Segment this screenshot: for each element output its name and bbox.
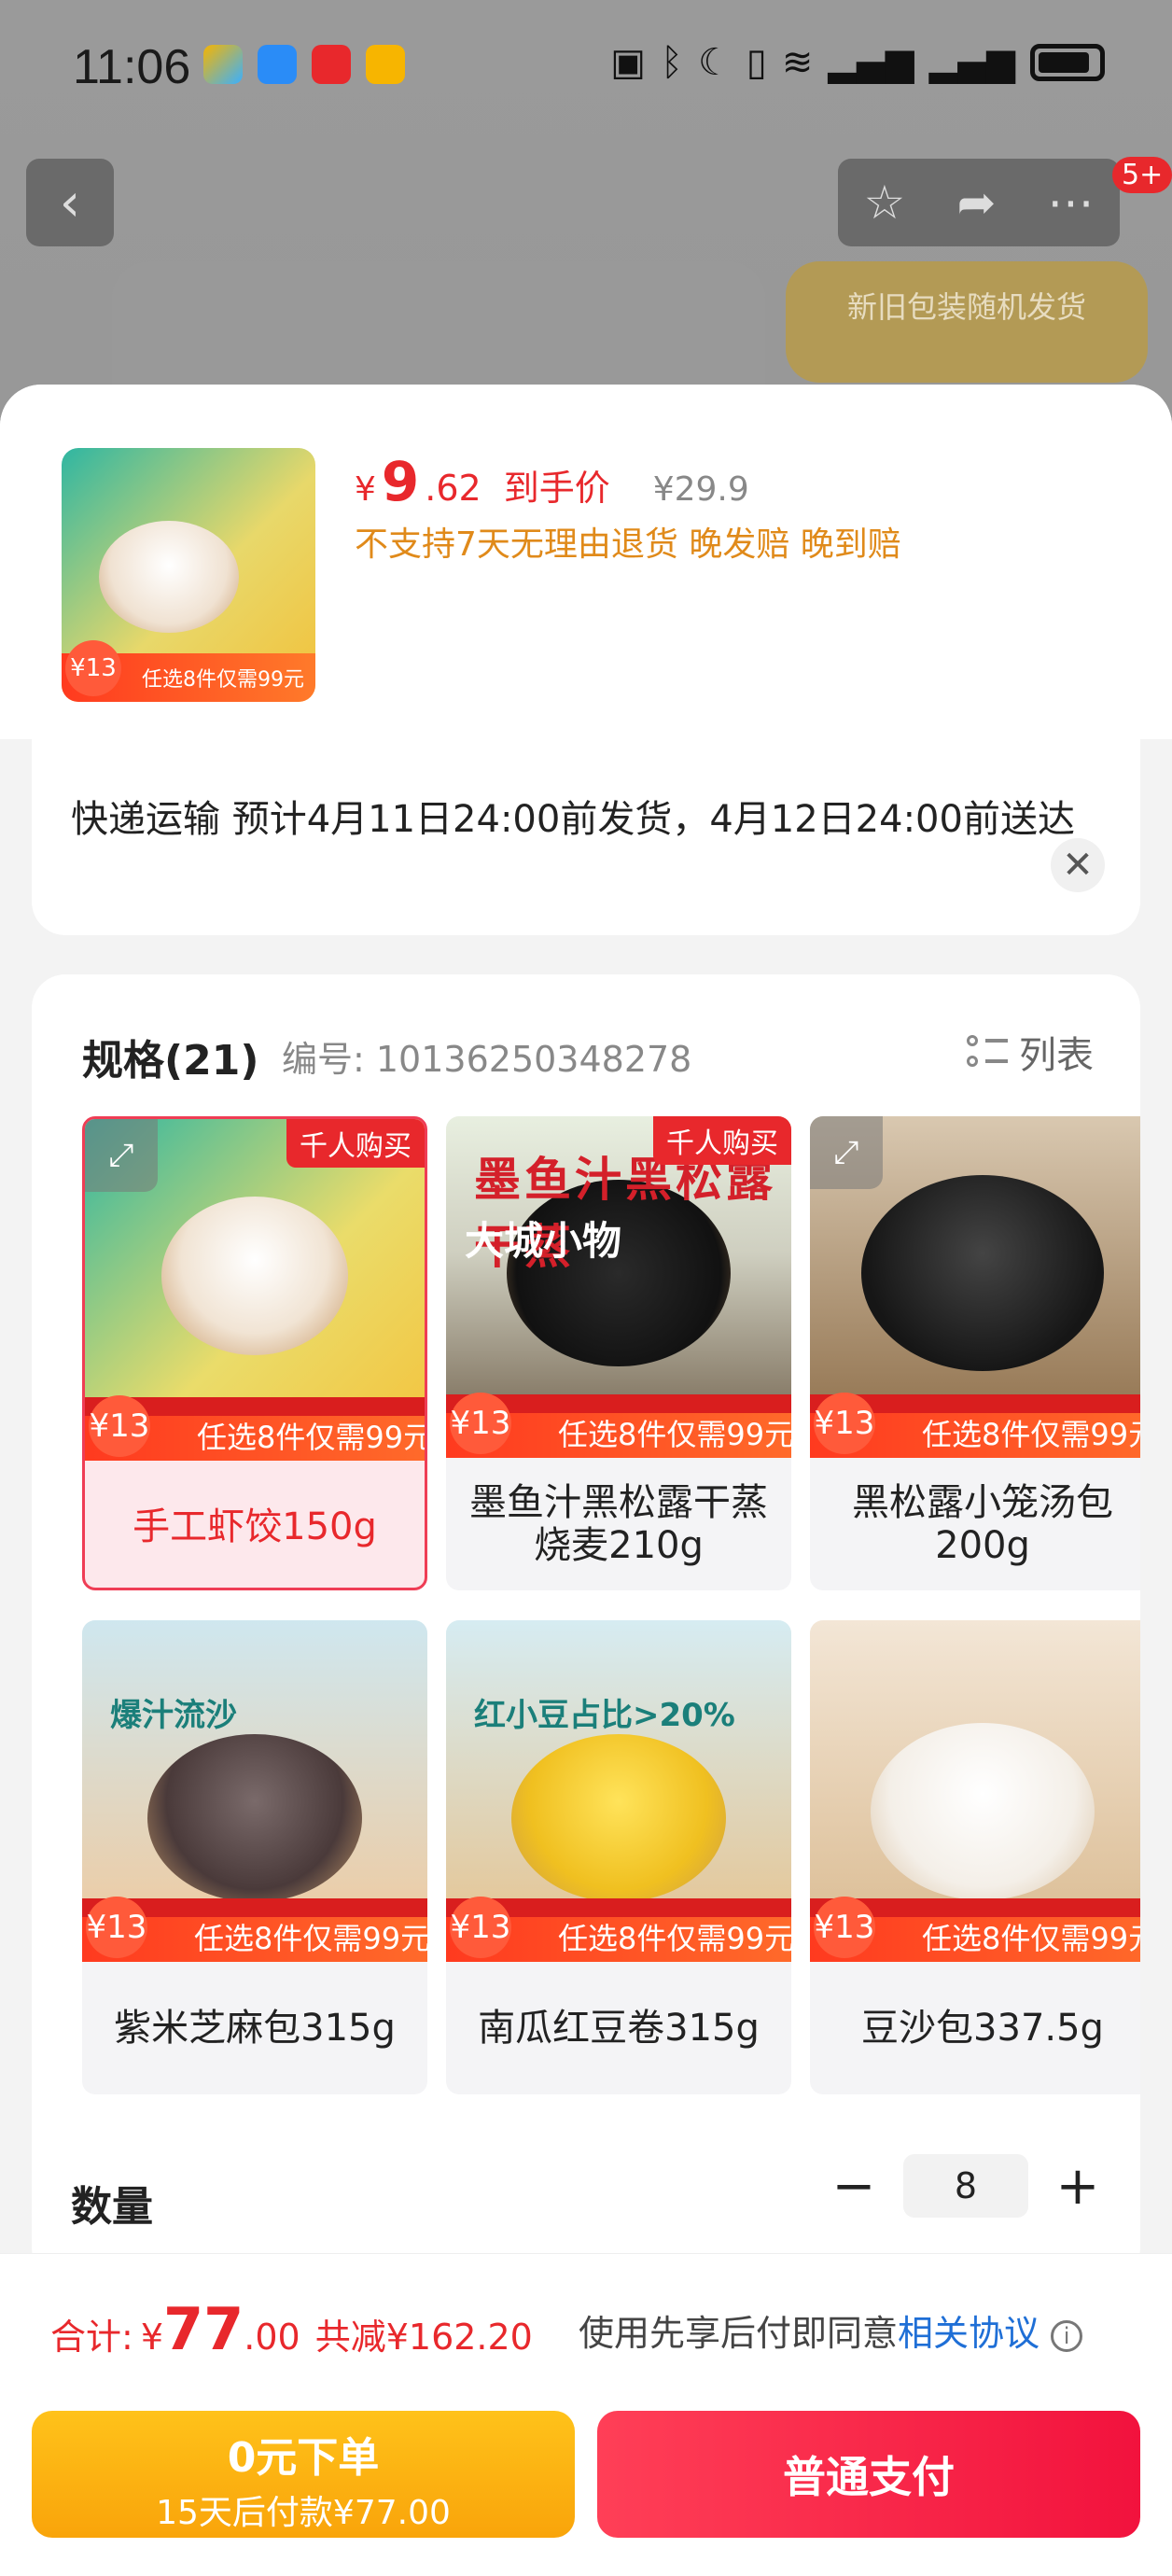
system-icons: ▣ ᛒ ☾ ▯ ≋ ▂▄▆ ▂▄▆ [610,41,1105,84]
share-icon[interactable]: ➦ [956,175,996,230]
shipping-card: 快递运输 预计4月11日24:00前发货，4月12日24:00前送达 [32,739,1140,935]
spec-item-name: 手工虾饺150g [133,1505,377,1548]
info-icon[interactable]: i [1051,2319,1083,2352]
spec-item-name: 南瓜红豆卷315g [478,2007,760,2050]
mail-notification-icon [366,45,405,84]
increase-button[interactable]: + [1054,2156,1101,2217]
shop-notification-icon [312,45,351,84]
spec-item-purple-rice-bun[interactable]: 爆汁流沙 ¥13 任选8件仅需99元 紫米芝麻包315g [82,1620,427,2094]
spec-grid: ¥13 任选8件仅需99元 ⤢ 千人购买 手工虾饺150g 墨鱼汁黑松露干蒸 大… [82,1116,1140,2106]
expand-icon[interactable]: ⤢ [810,1116,883,1189]
background-banner: 新旧包装随机发货 [786,261,1148,383]
price-tag: 到手价 [503,468,610,509]
spec-code: 编号: 10136250348278 [282,1039,692,1080]
shipping-text: 快递运输 预计4月11日24:00前发货，4月12日24:00前送达 [71,798,1075,841]
price-badge: ¥13 [89,1395,150,1457]
spec-title: 规格(21) [82,1037,259,1085]
signal-icon: ▂▄▆ [828,41,914,84]
spec-item-name: 紫米芝麻包315g [114,2007,396,2050]
hot-label: 千人购买 [286,1119,425,1168]
spec-item-name: 豆沙包337.5g [861,2007,1104,2050]
nfc-icon: ▣ [610,41,647,84]
product-thumbnail[interactable]: ¥13 任选8件仅需99元 [62,448,315,702]
bluetooth-icon: ᛒ [661,41,684,84]
decrease-button[interactable]: − [830,2156,877,2217]
top-actions: ☆ ➦ ⋯ [838,159,1120,246]
spec-card: 规格(21) 编号: 10136250348278 列表 ¥13 任选8件仅需9… [32,974,1140,2281]
expand-icon[interactable]: ⤢ [85,1119,158,1192]
discount-amount: 共减¥162.20 [314,2317,533,2358]
spec-item-pumpkin-roll[interactable]: 红小豆占比>20% ¥13 任选8件仅需99元 南瓜红豆卷315g [446,1620,791,2094]
quantity-value[interactable]: 8 [903,2154,1028,2218]
service-policies: 不支持7天无理由退货 晚发赔 晚到赔 [355,525,901,564]
thumb-strip-text: 任选8件仅需99元 [142,668,304,692]
hot-label: 千人购买 [653,1116,791,1165]
status-time: 11:06 [73,40,191,94]
list-view-toggle[interactable]: 列表 [967,1025,1094,1079]
product-title-art: 爆汁流沙 [110,1697,237,1734]
star-icon[interactable]: ☆ [864,175,906,230]
close-icon: ✕ [1062,844,1094,887]
quantity-label: 数量 [71,2183,153,2231]
price-integer: 9 [381,450,420,513]
spec-item-name: 墨鱼汁黑松露干蒸烧麦210g [469,1481,768,1567]
spec-item-truffle-shaomai[interactable]: 墨鱼汁黑松露干蒸 大城小物 ¥13 任选8件仅需99元 千人购买 墨鱼汁黑松露干… [446,1116,791,1590]
close-button[interactable]: ✕ [1051,838,1105,892]
price-row: ¥ 9 .62 到手价 ¥29.9 [355,450,749,513]
spec-item-truffle-xiaolongbao[interactable]: ¥13 任选8件仅需99元 ⤢ 黑松露小笼汤包200g [810,1116,1140,1590]
chevron-left-icon: ‹ [59,172,81,233]
status-bar: 11:06 ▣ ᛒ ☾ ▯ ≋ ▂▄▆ ▂▄▆ [0,0,1172,140]
notification-badge: 5+ [1112,157,1172,193]
list-icon [967,1033,1008,1071]
product-title-art: 红小豆占比>20% [474,1697,735,1734]
thumb-price-badge: ¥13 [65,640,121,696]
pay-later-button[interactable]: 0元下单 15天后付款¥77.00 [32,2411,575,2538]
agreement-text: 使用先享后付即同意相关协议 i [579,2304,1083,2356]
spec-item-name: 黑松露小笼汤包200g [852,1481,1113,1567]
watermark-caption: 大城小物 [465,1218,622,1264]
vibrate-icon: ▯ [746,41,767,84]
normal-pay-button[interactable]: 普通支付 [597,2411,1140,2538]
signal-icon-2: ▂▄▆ [928,41,1015,84]
message-notification-icon [258,45,297,84]
notification-icons [203,45,405,84]
back-button[interactable]: ‹ [26,159,114,246]
agreement-link[interactable]: 相关协议 [898,2313,1039,2354]
spec-item-shrimp-dumpling[interactable]: ¥13 任选8件仅需99元 ⤢ 千人购买 手工虾饺150g [82,1116,427,1590]
promo-strip-text: 任选8件仅需99元 [197,1420,427,1455]
price-decimal: .62 [425,468,481,509]
battery-icon [1030,44,1105,81]
checkout-bar: 合计: ¥ 77 .00 共减¥162.20 使用先享后付即同意相关协议 i 0元… [0,2253,1172,2576]
more-icon[interactable]: ⋯ [1047,175,1094,230]
spec-item-red-bean-bun[interactable]: ¥13 任选8件仅需99元 豆沙包337.5g [810,1620,1140,2094]
app-notification-icon [203,45,243,84]
quantity-stepper: − 8 + [830,2154,1101,2218]
sheet-header: ¥13 任选8件仅需99元 ¥ 9 .62 到手价 ¥29.9 不支持7天无理由… [0,385,1172,739]
moon-icon: ☾ [698,41,732,84]
sku-sheet: ¥13 任选8件仅需99元 ¥ 9 .62 到手价 ¥29.9 不支持7天无理由… [0,385,1172,2576]
total-price: 合计: ¥ 77 .00 共减¥162.20 [50,2295,533,2363]
original-price: ¥29.9 [652,470,749,509]
wifi-icon: ≋ [781,41,814,84]
